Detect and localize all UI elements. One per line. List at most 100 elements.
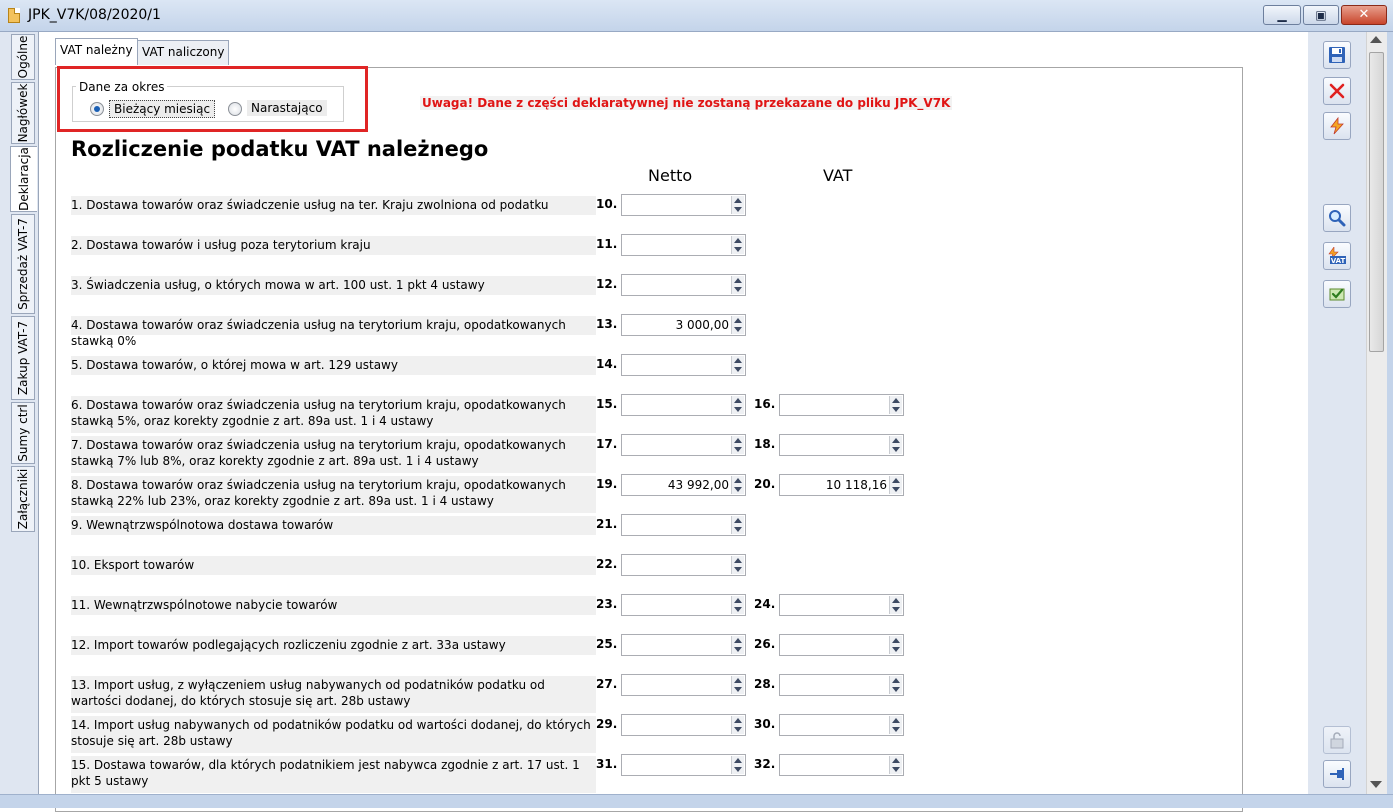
spin-arrows-icon[interactable] — [731, 356, 744, 374]
netto-input[interactable] — [621, 354, 746, 376]
window-frame-right — [1387, 32, 1393, 807]
netto-input[interactable] — [621, 674, 746, 696]
vat-lightning-icon: VAT — [1328, 247, 1346, 265]
spin-arrows-icon[interactable] — [731, 316, 744, 334]
netto-input[interactable] — [621, 594, 746, 616]
spin-arrows-icon[interactable] — [731, 236, 744, 254]
field-number-vat: 28. — [754, 677, 776, 691]
radio-current-month-label[interactable]: Bieżący miesiąc — [109, 100, 216, 118]
radio-cumulative[interactable] — [228, 102, 242, 116]
vat-input[interactable] — [779, 434, 904, 456]
vat-input[interactable] — [779, 754, 904, 776]
tab-deklaracja[interactable]: Deklaracja — [10, 146, 37, 212]
row-description: 15. Dostawa towarów, dla których podatni… — [71, 756, 596, 793]
row-description: 9. Wewnątrzwspólnotowa dostawa towarów — [71, 516, 596, 535]
window-frame-bottom — [0, 794, 1393, 808]
field-number-netto: 11. — [596, 237, 618, 251]
red-x-icon — [1329, 83, 1345, 99]
spin-arrows-icon[interactable] — [731, 636, 744, 654]
window-title: JPK_V7K/08/2020/1 — [28, 7, 161, 23]
tab-label: Ogólne — [16, 35, 30, 79]
padlock-icon — [1330, 732, 1344, 749]
spin-arrows-icon[interactable] — [731, 676, 744, 694]
row-description: 3. Świadczenia usług, o których mowa w a… — [71, 276, 596, 295]
netto-input[interactable] — [621, 394, 746, 416]
tab-label: Zakup VAT-7 — [16, 320, 30, 396]
field-number-netto: 23. — [596, 597, 618, 611]
spin-arrows-icon[interactable] — [731, 476, 744, 494]
vat-calc-button[interactable]: VAT — [1323, 242, 1351, 270]
vat-input[interactable] — [779, 714, 904, 736]
vertical-scrollbar[interactable] — [1366, 32, 1387, 794]
spin-arrows-icon[interactable] — [889, 756, 902, 774]
radio-cumulative-label[interactable]: Narastająco — [247, 100, 327, 116]
tab-vat-nalezny[interactable]: VAT należny — [55, 38, 138, 65]
vat-input[interactable] — [779, 394, 904, 416]
spin-arrows-icon[interactable] — [731, 596, 744, 614]
approve-button[interactable] — [1323, 280, 1351, 308]
tab-label: Sprzedaż VAT-7 — [16, 218, 30, 310]
floppy-disk-icon — [1329, 47, 1345, 63]
pin-icon — [1330, 768, 1344, 780]
tab-zalaczniki[interactable]: Załączniki — [11, 466, 35, 532]
netto-input[interactable] — [621, 194, 746, 216]
scroll-thumb[interactable] — [1369, 52, 1384, 352]
netto-input[interactable] — [621, 754, 746, 776]
spin-arrows-icon[interactable] — [731, 196, 744, 214]
spin-arrows-icon[interactable] — [731, 556, 744, 574]
tab-sprzedaz-vat7[interactable]: Sprzedaż VAT-7 — [11, 214, 35, 314]
tab-zakup-vat7[interactable]: Zakup VAT-7 — [11, 316, 35, 400]
pin-button[interactable] — [1323, 760, 1351, 788]
netto-input[interactable] — [621, 714, 746, 736]
tab-sumy-ctrl[interactable]: Sumy ctrl — [11, 402, 35, 464]
spin-arrows-icon[interactable] — [731, 756, 744, 774]
netto-input[interactable]: 3 000,00 — [621, 314, 746, 336]
field-number-netto: 31. — [596, 757, 618, 771]
spin-arrows-icon[interactable] — [731, 516, 744, 534]
netto-input[interactable] — [621, 274, 746, 296]
vat-input[interactable]: 10 118,16 — [779, 474, 904, 496]
spin-arrows-icon[interactable] — [889, 596, 902, 614]
spin-arrows-icon[interactable] — [731, 436, 744, 454]
spin-arrows-icon[interactable] — [889, 676, 902, 694]
document-icon — [8, 8, 20, 23]
tab-label: Deklaracja — [17, 147, 31, 211]
tab-naglowek[interactable]: Nagłówek — [11, 82, 35, 144]
netto-input[interactable]: 43 992,00 — [621, 474, 746, 496]
field-number-netto: 13. — [596, 317, 618, 331]
tab-ogolne[interactable]: Ogólne — [11, 34, 35, 80]
radio-current-month[interactable] — [90, 102, 104, 116]
spin-arrows-icon[interactable] — [731, 716, 744, 734]
netto-input[interactable] — [621, 554, 746, 576]
row-description: 11. Wewnątrzwspólnotowe nabycie towarów — [71, 596, 596, 615]
preview-button[interactable] — [1323, 204, 1351, 232]
maximize-button[interactable]: ▣ — [1303, 5, 1339, 25]
netto-input[interactable] — [621, 514, 746, 536]
spin-arrows-icon[interactable] — [889, 396, 902, 414]
netto-value: 3 000,00 — [675, 318, 729, 332]
spin-arrows-icon[interactable] — [731, 276, 744, 294]
vat-input[interactable] — [779, 634, 904, 656]
vat-input[interactable] — [779, 674, 904, 696]
netto-input[interactable] — [621, 234, 746, 256]
field-number-netto: 12. — [596, 277, 618, 291]
vat-input[interactable] — [779, 594, 904, 616]
spin-arrows-icon[interactable] — [889, 636, 902, 654]
spin-arrows-icon[interactable] — [731, 396, 744, 414]
netto-input[interactable] — [621, 434, 746, 456]
netto-input[interactable] — [621, 634, 746, 656]
scroll-up-arrow-icon[interactable] — [1370, 36, 1382, 43]
field-number-vat: 16. — [754, 397, 776, 411]
lock-button[interactable] — [1323, 726, 1351, 754]
minimize-button[interactable]: ▁ — [1263, 5, 1301, 25]
field-number-netto: 22. — [596, 557, 618, 571]
spin-arrows-icon[interactable] — [889, 436, 902, 454]
save-button[interactable] — [1323, 41, 1351, 69]
tab-vat-naliczony[interactable]: VAT naliczony — [137, 40, 230, 65]
scroll-down-arrow-icon[interactable] — [1370, 781, 1382, 788]
cancel-button[interactable] — [1323, 77, 1351, 105]
spin-arrows-icon[interactable] — [889, 476, 902, 494]
generate-button[interactable] — [1323, 112, 1351, 140]
close-button[interactable]: ✕ — [1341, 5, 1387, 25]
spin-arrows-icon[interactable] — [889, 716, 902, 734]
